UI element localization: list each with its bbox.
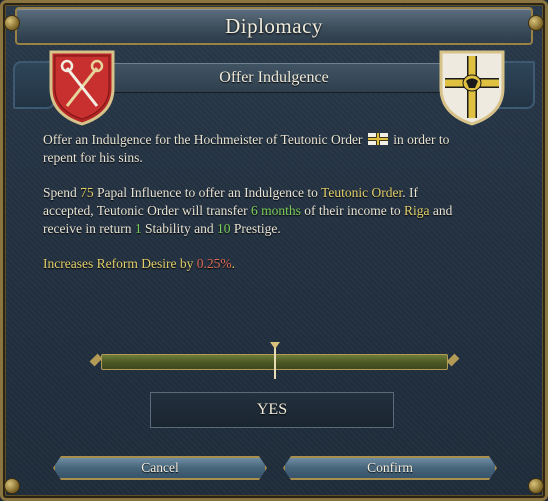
effects-text: of their income to	[300, 203, 404, 218]
prestige-value: 10	[216, 221, 231, 236]
slider-endcap-right	[446, 353, 460, 367]
dialog-body-text: Offer an Indulgence for the Hochmeister …	[43, 131, 467, 290]
window-title: Diplomacy	[225, 13, 323, 38]
dialog-subtitle: Offer Indulgence	[219, 69, 329, 86]
window-titlebar: Diplomacy	[15, 7, 533, 45]
effects-text: Stability and	[141, 221, 217, 236]
confirm-button[interactable]: Confirm	[283, 456, 497, 480]
effects-text: Spend	[43, 185, 81, 200]
corner-gem-icon	[528, 478, 544, 494]
teutonic-order-flag-icon	[367, 133, 388, 145]
corner-gem-icon	[4, 478, 20, 494]
acceptance-result: YES	[256, 401, 288, 418]
effects-text: Papal Influence to offer an Indulgence t…	[93, 185, 322, 200]
description-paragraph: Offer an Indulgence for the Hochmeister …	[43, 131, 467, 167]
description-text: Offer an Indulgence for the Hochmeister …	[43, 132, 363, 147]
effects-text: Prestige.	[230, 221, 281, 236]
income-months: 6 months	[250, 203, 301, 218]
papal-crossed-keys-shield-icon	[49, 50, 115, 126]
reform-desire-value: 0.25%	[196, 256, 232, 271]
cancel-button-label: Cancel	[141, 460, 179, 475]
effects-paragraph: Spend 75 Papal Influence to offer an Ind…	[43, 184, 467, 238]
corner-gem-icon	[4, 15, 20, 31]
recipient-country: Riga	[403, 203, 430, 218]
diplomacy-window: Diplomacy Offer Indulgence Offer an Indu…	[0, 0, 548, 501]
acceptance-result-box: YES	[150, 392, 394, 428]
acceptance-slider	[89, 342, 460, 379]
acceptance-marker-arrow-icon	[270, 342, 280, 349]
stability-value: 1	[134, 221, 142, 236]
target-country: Teutonic Order	[321, 185, 403, 200]
teutonic-order-shield-icon	[439, 50, 505, 126]
reform-desire-text: .	[231, 256, 235, 271]
confirm-button-label: Confirm	[367, 460, 413, 475]
reform-desire-paragraph: Increases Reform Desire by 0.25%.	[43, 255, 467, 273]
reform-desire-text: Increases Reform Desire by	[43, 256, 197, 271]
corner-gem-icon	[528, 15, 544, 31]
cancel-button[interactable]: Cancel	[53, 456, 267, 480]
dialog-subtitle-bar: Offer Indulgence	[103, 63, 445, 93]
papal-influence-cost: 75	[80, 185, 94, 200]
